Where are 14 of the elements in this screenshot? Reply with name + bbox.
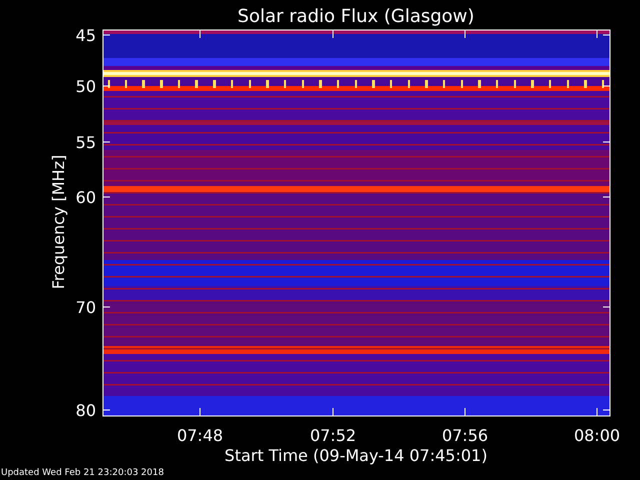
y-tick-label: 50 <box>76 77 96 96</box>
y-tick-label: 70 <box>76 298 96 317</box>
x-tick-label: 07:48 <box>176 426 224 445</box>
x-tick-label: 07:56 <box>442 426 488 445</box>
x-tick-label: 08:00 <box>574 426 620 445</box>
chart-title: Solar radio Flux (Glasgow) <box>238 6 474 27</box>
updated-timestamp: Updated Wed Feb 21 23:20:03 2018 <box>0 467 164 480</box>
y-tick-label: 55 <box>76 133 96 152</box>
y-tick-label: 45 <box>76 26 96 45</box>
y-axis-label: Frequency [MHz] <box>49 154 68 290</box>
y-tick-label: 60 <box>76 188 96 207</box>
y-tick-label: 80 <box>76 401 96 420</box>
x-axis-label: Start Time (09-May-14 07:45:01) <box>224 446 488 465</box>
x-tick-label: 07:52 <box>310 426 356 445</box>
